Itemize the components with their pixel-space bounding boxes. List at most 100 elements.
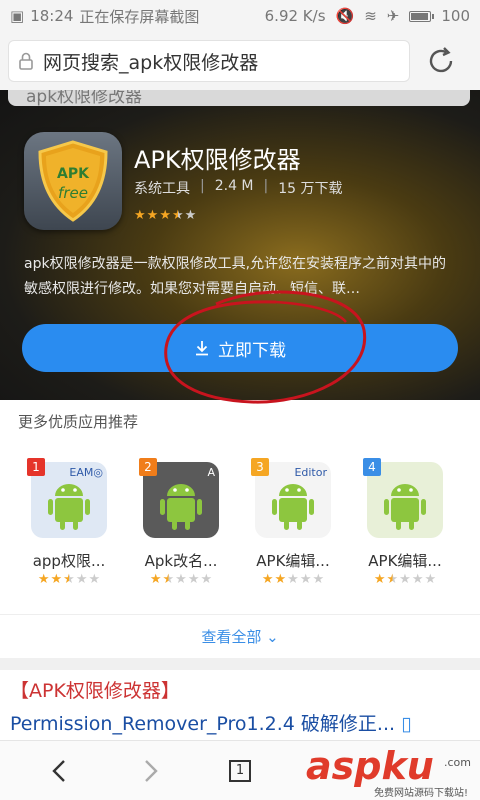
star-icon: ★: [149, 572, 162, 587]
recommendation-name: APK编辑...: [368, 552, 442, 570]
recommendation-name: app权限...: [32, 552, 106, 570]
lock-icon: [19, 52, 33, 70]
divider: [0, 614, 480, 615]
rank-badge: 4: [363, 458, 381, 476]
mute-icon: 🔇: [335, 7, 355, 25]
app-icon-text-top: APK: [57, 166, 90, 182]
hero-search-text: apk权限修改器: [26, 90, 143, 106]
recommendation-name: APK编辑...: [256, 552, 330, 570]
notification-area: ▣ 18:24 正在保存屏幕截图: [10, 6, 199, 27]
hero-search-bar[interactable]: apk权限修改器: [8, 90, 470, 106]
see-all-label: 查看全部: [201, 628, 262, 646]
recommendation-rating: ★ ★ ★ ★ ★: [238, 573, 348, 586]
recommendation-item[interactable]: 3 Editor APK编辑... ★ ★ ★ ★ ★: [238, 458, 348, 586]
network-speed: 6.92 K/s: [264, 7, 326, 25]
android-app-icon: 3 Editor: [251, 458, 331, 538]
rank-badge: 3: [251, 458, 269, 476]
star-icon: ★: [261, 572, 274, 587]
android-app-icon: 1 EAM◎: [27, 458, 107, 538]
screenshot-icon: ▣: [10, 7, 25, 25]
rank-badge: 2: [139, 458, 157, 476]
star-icon: ★: [171, 208, 184, 223]
star-icon: ★: [399, 572, 411, 587]
star-icon: ★: [373, 572, 386, 587]
forward-button[interactable]: [130, 751, 170, 791]
back-button[interactable]: [40, 751, 80, 791]
wifi-icon: ≋: [364, 7, 377, 25]
star-icon: ★: [159, 208, 171, 223]
recommendation-item[interactable]: 4 APK编辑... ★ ★ ★ ★ ★: [350, 458, 460, 586]
reload-icon[interactable]: [424, 44, 458, 78]
icon-caption: EAM◎: [69, 466, 103, 479]
star-icon: ★: [274, 572, 287, 587]
tabs-button[interactable]: 1: [220, 751, 260, 791]
meta-divider: |: [263, 178, 269, 194]
star-icon: ★: [146, 208, 159, 223]
watermark-brand: aspku: [306, 744, 434, 788]
app-downloads: 15 万下载: [278, 181, 343, 197]
meta-divider: |: [200, 178, 205, 194]
recommendation-rating: ★ ★ ★ ★ ★: [14, 573, 124, 586]
recommendation-list: 1 EAM◎ app权限... ★ ★ ★ ★ ★ 2 A Apk改名... ★ ★ ★ ★ ★ 3 Editor…: [0, 458, 480, 592]
recommendation-rating: ★ ★ ★ ★ ★: [126, 573, 236, 586]
android-app-icon: 4: [363, 458, 443, 538]
download-label: 立即下载: [218, 340, 286, 361]
star-icon: ★: [200, 572, 213, 587]
url-field[interactable]: 网页搜索_apk权限修改器: [8, 40, 410, 82]
chevron-down-icon: ⌄: [266, 628, 279, 646]
star-icon: ★: [312, 572, 325, 587]
recommendation-item[interactable]: 1 EAM◎ app权限... ★ ★ ★ ★ ★: [14, 458, 124, 586]
star-icon: ★: [411, 572, 424, 587]
app-icon: APK free: [24, 132, 122, 230]
tab-count: 1: [229, 760, 251, 782]
star-icon: ★: [63, 572, 75, 587]
notification-text: 正在保存屏幕截图: [79, 7, 200, 26]
phone-icon: ▯: [401, 713, 412, 735]
battery-icon: [409, 10, 435, 22]
download-button[interactable]: 立即下载: [22, 324, 458, 372]
back-icon: [52, 760, 65, 782]
star-icon: ★: [287, 572, 299, 587]
app-meta: 系统工具 | 2.4 M | 15 万下载: [134, 178, 343, 198]
section-gap: [0, 658, 480, 670]
star-icon: ★: [88, 572, 101, 587]
star-icon: ★: [37, 572, 50, 587]
recommendations-header: 更多优质应用推荐: [18, 413, 139, 431]
app-rating: ★ ★ ★ ★ ★: [134, 209, 196, 222]
recommendation-name: Apk改名...: [144, 552, 218, 570]
airplane-icon: ✈: [386, 7, 400, 25]
android-app-icon: 2A: [139, 458, 219, 538]
app-title: APK权限修改器: [134, 146, 301, 174]
watermark-logo: aspku .com 免费网站源码下载站!: [306, 744, 480, 800]
see-all-link[interactable]: 查看全部 ⌄: [0, 626, 480, 647]
star-icon: ★: [424, 572, 437, 587]
icon-caption: Editor: [294, 466, 327, 479]
search-result[interactable]: 【APK权限修改器】 Permission_Remover_Pro1.2.4 破…: [10, 676, 470, 746]
status-bar: ▣ 18:24 正在保存屏幕截图 6.92 K/s 🔇 ≋ ✈ 100: [0, 0, 480, 32]
star-icon: ★: [175, 572, 187, 587]
star-icon: ★: [299, 572, 312, 587]
result-subtitle: Permission_Remover_Pro1.2.4 破解修正... ▯: [10, 709, 470, 736]
status-time: 18:24: [30, 7, 74, 25]
app-size: 2.4 M: [214, 178, 254, 194]
app-description: apk权限修改器是一款权限修改工具,允许您在安装程序之前对其中的敏感权限进行修改…: [24, 256, 447, 297]
recommendation-item[interactable]: 2 A Apk改名... ★ ★ ★ ★ ★: [126, 458, 236, 586]
star-icon: ★: [162, 572, 175, 587]
watermark-tagline: 免费网站源码下载站!: [374, 788, 469, 799]
download-icon: [196, 341, 208, 356]
battery-level: 100: [441, 7, 470, 25]
result-subtitle-text: Permission_Remover_Pro1.2.4 破解修正...: [10, 713, 396, 735]
address-row: 网页搜索_apk权限修改器: [0, 32, 480, 90]
star-icon: ★: [50, 572, 63, 587]
url-text: 网页搜索_apk权限修改器: [43, 51, 259, 74]
icon-caption: A: [207, 466, 215, 479]
star-icon: ★: [187, 572, 200, 587]
shield-icon: APK free: [38, 140, 108, 222]
star-icon: ★: [75, 572, 88, 587]
recommendation-rating: ★ ★ ★ ★ ★: [350, 573, 460, 586]
watermark-suffix: .com: [444, 756, 471, 769]
result-title: 【APK权限修改器】: [10, 680, 180, 702]
rank-badge: 1: [27, 458, 45, 476]
star-icon: ★: [134, 208, 146, 223]
app-icon-text-bottom: free: [58, 184, 88, 202]
